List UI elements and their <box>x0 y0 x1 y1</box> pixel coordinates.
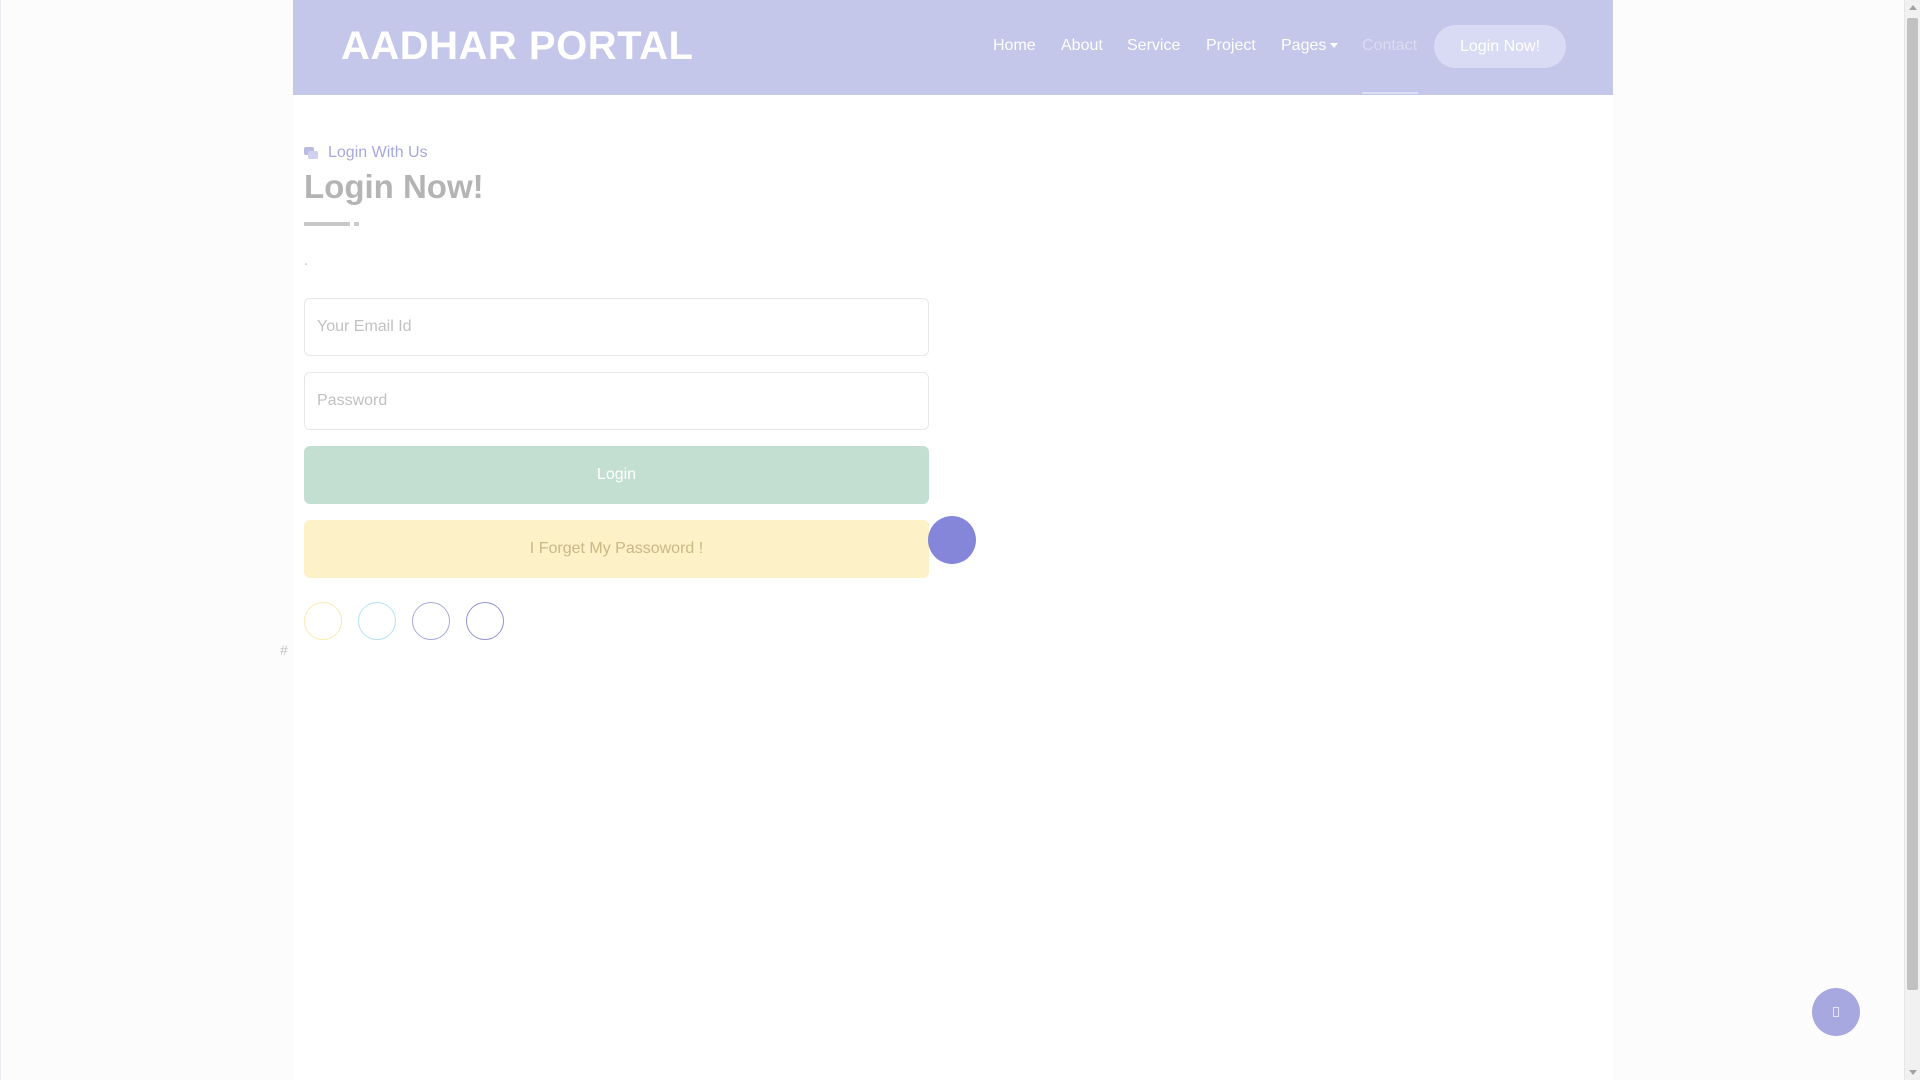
twitter-button[interactable] <box>358 602 396 640</box>
nav-home[interactable]: Home <box>993 37 1036 55</box>
back-to-top-button[interactable] <box>1812 988 1860 1036</box>
chat-bubbles-icon <box>304 146 318 160</box>
section-subtitle: Login With Us <box>304 144 428 162</box>
login-now-button[interactable]: Login Now! <box>1434 25 1566 68</box>
forgot-password-button[interactable]: I Forget My Passoword ! <box>304 520 929 578</box>
nav-pages-dropdown[interactable]: Pages <box>1281 37 1339 55</box>
nav-service[interactable]: Service <box>1127 37 1180 55</box>
section-subtitle-text: Login With Us <box>328 144 428 161</box>
instagram-icon <box>481 617 489 625</box>
floating-circle <box>928 516 976 564</box>
linkedin-icon <box>427 617 435 625</box>
navbar: AADHAR PORTAL Home About Service Project… <box>293 0 1613 95</box>
nav-about[interactable]: About <box>1061 37 1103 55</box>
login-button[interactable]: Login <box>304 446 929 504</box>
email-field[interactable] <box>304 298 929 356</box>
footer-hash-link[interactable]: # <box>280 642 288 658</box>
arrow-up-icon <box>1833 1007 1839 1017</box>
nav-project[interactable]: Project <box>1206 37 1256 55</box>
instagram-button[interactable] <box>466 602 504 640</box>
page-title: Login Now! <box>304 168 484 205</box>
description-text: . <box>304 252 309 269</box>
twitter-icon <box>373 617 381 625</box>
linkedin-button[interactable] <box>412 602 450 640</box>
facebook-button[interactable] <box>304 602 342 640</box>
password-field[interactable] <box>304 372 929 430</box>
nav-pages-label: Pages <box>1281 37 1327 54</box>
chevron-down-icon <box>1330 43 1339 49</box>
brand-logo[interactable]: AADHAR PORTAL <box>341 24 693 69</box>
scroll-up-icon[interactable] <box>1909 5 1917 10</box>
title-underline <box>304 222 350 226</box>
facebook-icon <box>319 617 327 625</box>
vertical-scrollbar[interactable] <box>1904 0 1920 1080</box>
nav-contact[interactable]: Contact <box>1362 37 1417 55</box>
scroll-thumb[interactable] <box>1907 18 1918 990</box>
scroll-down-icon[interactable] <box>1909 1070 1917 1075</box>
title-underline-dot <box>354 222 359 226</box>
nav-active-indicator <box>1362 92 1418 94</box>
